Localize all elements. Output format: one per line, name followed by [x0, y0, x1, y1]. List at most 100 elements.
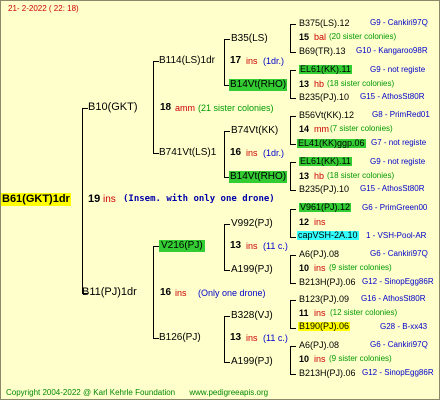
gen4-top-name[interactable]: EL61(KK).11: [299, 157, 352, 166]
gen4-mid-count: 13: [299, 171, 310, 181]
connector: [290, 346, 296, 347]
connector: [224, 39, 230, 40]
gen3-queen-name[interactable]: B74Vt(KK): [231, 126, 278, 136]
connector: [290, 70, 296, 71]
gen4-top-name[interactable]: B56Vt(KK).12: [299, 111, 354, 120]
gen4-top-name[interactable]: EL61(KK).11: [299, 65, 352, 74]
connector: [82, 108, 83, 293]
gen1-sisters: (Only one drone): [198, 288, 266, 298]
gen4-top-origin: G8 - PrimRed01: [372, 110, 430, 119]
connector: [290, 190, 296, 191]
gen4-mid-suffix: hb: [314, 171, 325, 181]
gen1-count: 18: [160, 102, 172, 113]
connector: [224, 316, 225, 362]
root-count: 19: [88, 193, 101, 205]
gen4-mid-suffix: mm: [314, 124, 329, 134]
gen3-queen-name[interactable]: B328(VJ): [231, 311, 273, 321]
connector: [290, 162, 296, 163]
connector: [224, 270, 230, 271]
connector: [153, 61, 154, 153]
gen2-sisters: (11 c.): [263, 241, 288, 251]
gen4-bot-origin: G15 - AthosSt80R: [360, 92, 425, 101]
connector: [224, 131, 230, 132]
gen2-sisters: (11 c.): [263, 333, 288, 343]
gen4-bot-name[interactable]: capVSH-2A.10: [297, 231, 359, 240]
gen4-top-origin: G6 - Cankiri97Q: [370, 340, 428, 349]
connector: [290, 116, 296, 117]
gen4-mid-count: 13: [299, 79, 310, 89]
connector: [224, 362, 230, 363]
connector: [224, 131, 225, 177]
gen3-queen-name[interactable]: B14Vt(RHO): [229, 79, 288, 91]
gen4-bot-name[interactable]: B235(PJ).10: [299, 93, 349, 102]
gen4-bot-origin: G10 - Kangaroo98R: [356, 46, 428, 55]
root-ins: ins: [103, 194, 116, 205]
connector: [290, 144, 296, 145]
gen4-bot-name[interactable]: B213H(PJ).06: [299, 278, 356, 287]
gen4-top-name[interactable]: V961(PJ).12: [299, 203, 352, 212]
gen4-mid-count: 10: [299, 354, 310, 364]
connector: [290, 24, 296, 25]
root-queen-name[interactable]: B61(GKT)1dr: [1, 193, 71, 206]
connector: [290, 98, 296, 99]
connector: [290, 300, 291, 328]
gen2-queen-name[interactable]: B741Vt(LS)1: [159, 148, 216, 158]
gen4-mid-sisters: (18 sister colonies): [327, 171, 395, 180]
gen4-mid-sisters: (7 sister colonies): [330, 124, 393, 133]
gen2-sisters: (1dr.): [263, 56, 285, 66]
gen1-suffix: amm: [175, 103, 195, 113]
gen4-mid-suffix: bal: [314, 32, 327, 42]
gen3-queen-name[interactable]: B35(LS): [231, 34, 268, 44]
connector: [224, 224, 225, 270]
gen4-mid-suffix: ins: [314, 263, 326, 273]
gen4-mid-suffix: hb: [314, 79, 325, 89]
connector: [290, 283, 296, 284]
gen1-suffix: ins: [175, 288, 187, 298]
gen4-bot-name[interactable]: B69(TR).13: [299, 47, 346, 56]
gen4-top-name[interactable]: A6(PJ).08: [299, 341, 339, 350]
gen4-mid-count: 12: [299, 217, 310, 227]
gen2-queen-name[interactable]: B114(LS)1dr: [159, 56, 215, 66]
gen3-queen-name[interactable]: A199(PJ): [231, 265, 273, 275]
footer: Copyright 2004-2022 @ Karl Kehrle Founda…: [6, 388, 268, 397]
gen1-queen-name[interactable]: B11(PJ)1dr: [82, 287, 137, 298]
gen4-mid-sisters: (12 sister colonies): [330, 308, 398, 317]
gen4-top-origin: G9 - not registe: [370, 65, 426, 74]
connector: [290, 162, 291, 190]
gen3-queen-name[interactable]: A199(PJ): [231, 357, 273, 367]
gen4-bot-name[interactable]: EL41(KK)ggp.06: [297, 139, 366, 148]
gen2-queen-name[interactable]: V216(PJ): [159, 240, 205, 252]
connector: [153, 246, 154, 338]
gen4-mid-sisters: (20 sister colonies): [329, 32, 397, 41]
connector: [224, 39, 225, 85]
connector: [224, 224, 230, 225]
gen4-mid-suffix: ins: [314, 308, 326, 318]
gen3-queen-name[interactable]: B14Vt(RHO): [229, 171, 288, 183]
gen2-sisters: (1dr.): [263, 148, 285, 158]
gen4-mid-sisters: (18 sister colonies): [327, 79, 395, 88]
gen4-bot-name[interactable]: B213H(PJ).06: [299, 369, 356, 378]
gen4-top-origin: G6 - PrimGreen00: [362, 203, 428, 212]
gen4-top-origin: G9 - not registe: [370, 157, 426, 166]
gen2-queen-name[interactable]: B126(PJ): [159, 333, 201, 343]
gen4-top-name[interactable]: B123(PJ).09: [299, 295, 349, 304]
gen2-count: 13: [230, 332, 242, 343]
gen4-top-name[interactable]: B375(LS).12: [299, 19, 350, 28]
gen4-bot-origin: G15 - AthosSt80R: [360, 184, 425, 193]
gen4-mid-suffix: ins: [314, 217, 326, 227]
footer-site-link[interactable]: www.pedigreeapis.org: [189, 388, 268, 397]
connector: [290, 255, 296, 256]
gen4-mid-count: 11: [299, 308, 309, 318]
gen4-top-name[interactable]: A6(PJ).08: [299, 250, 339, 259]
gen3-queen-name[interactable]: V992(PJ): [231, 219, 273, 229]
gen1-queen-name[interactable]: B10(GKT): [88, 102, 138, 113]
gen2-suffix: ins: [246, 333, 258, 343]
gen4-top-origin: G16 - AthosSt80R: [361, 294, 426, 303]
gen4-mid-count: 14: [299, 124, 310, 134]
gen4-bot-name[interactable]: B190(PJ).06: [298, 322, 351, 331]
gen2-suffix: ins: [246, 148, 258, 158]
connector: [290, 237, 296, 238]
connector: [290, 328, 296, 329]
gen4-bot-name[interactable]: B235(PJ).10: [299, 185, 349, 194]
gen4-mid-suffix: ins: [314, 354, 326, 364]
